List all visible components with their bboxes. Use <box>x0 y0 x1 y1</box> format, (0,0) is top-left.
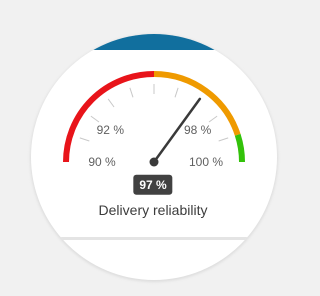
gauge-chart <box>30 34 278 282</box>
gauge-tick-label-98: 98 % <box>183 123 212 138</box>
gauge-needle-pivot <box>149 157 159 167</box>
card-header-band <box>31 34 277 50</box>
gauge-widget: 90 % 92 % 98 % 100 % 97 % Delivery reliabil… <box>0 0 309 296</box>
gauge-tick-label-92: 92 % <box>96 123 124 138</box>
card-body-fill <box>31 50 277 60</box>
gauge-value-badge: 97 % <box>133 174 173 196</box>
gauge-caption: Delivery reliability <box>98 202 208 218</box>
card-bottom-rule <box>40 237 270 240</box>
gauge-tick-label-90: 90 % <box>88 155 116 169</box>
gauge-tick-label-100: 100 % <box>188 155 224 169</box>
